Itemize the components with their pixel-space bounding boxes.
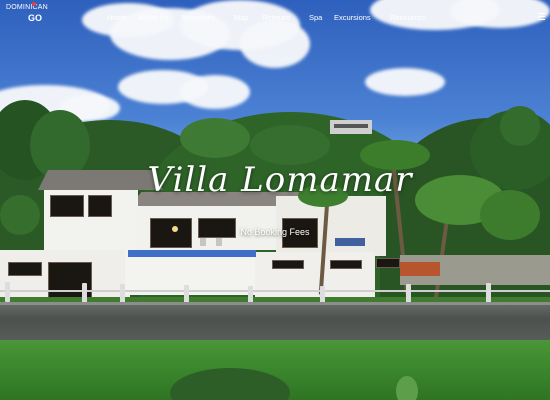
nav-about-us[interactable]: About Us [138,13,169,22]
nav-spa[interactable]: Spa [309,13,322,22]
hero-subtitle: No Booking Fees [240,227,310,237]
nav-home[interactable]: Home [107,13,127,22]
nav-retreats[interactable]: Retreats [262,13,290,22]
logo-text-top: DOMINICAN [6,4,48,11]
pool [128,250,256,257]
nav-resources[interactable]: Resources [390,13,426,22]
nav-excursions[interactable]: Excursions [334,13,371,22]
stone-wall [0,302,550,344]
hero-title: Villa Lomamar [147,160,413,200]
top-navigation: DOMINICAN GO Home About Us Properties Ma… [0,0,550,36]
logo-text-bottom: GO [28,13,43,23]
logo-dot-icon [32,2,36,6]
hamburger-menu-icon[interactable] [538,13,545,20]
site-logo[interactable]: DOMINICAN GO [6,2,48,24]
nav-properties[interactable]: Properties [181,13,215,22]
nav-map[interactable]: Map [234,13,249,22]
hero-background [0,0,550,400]
